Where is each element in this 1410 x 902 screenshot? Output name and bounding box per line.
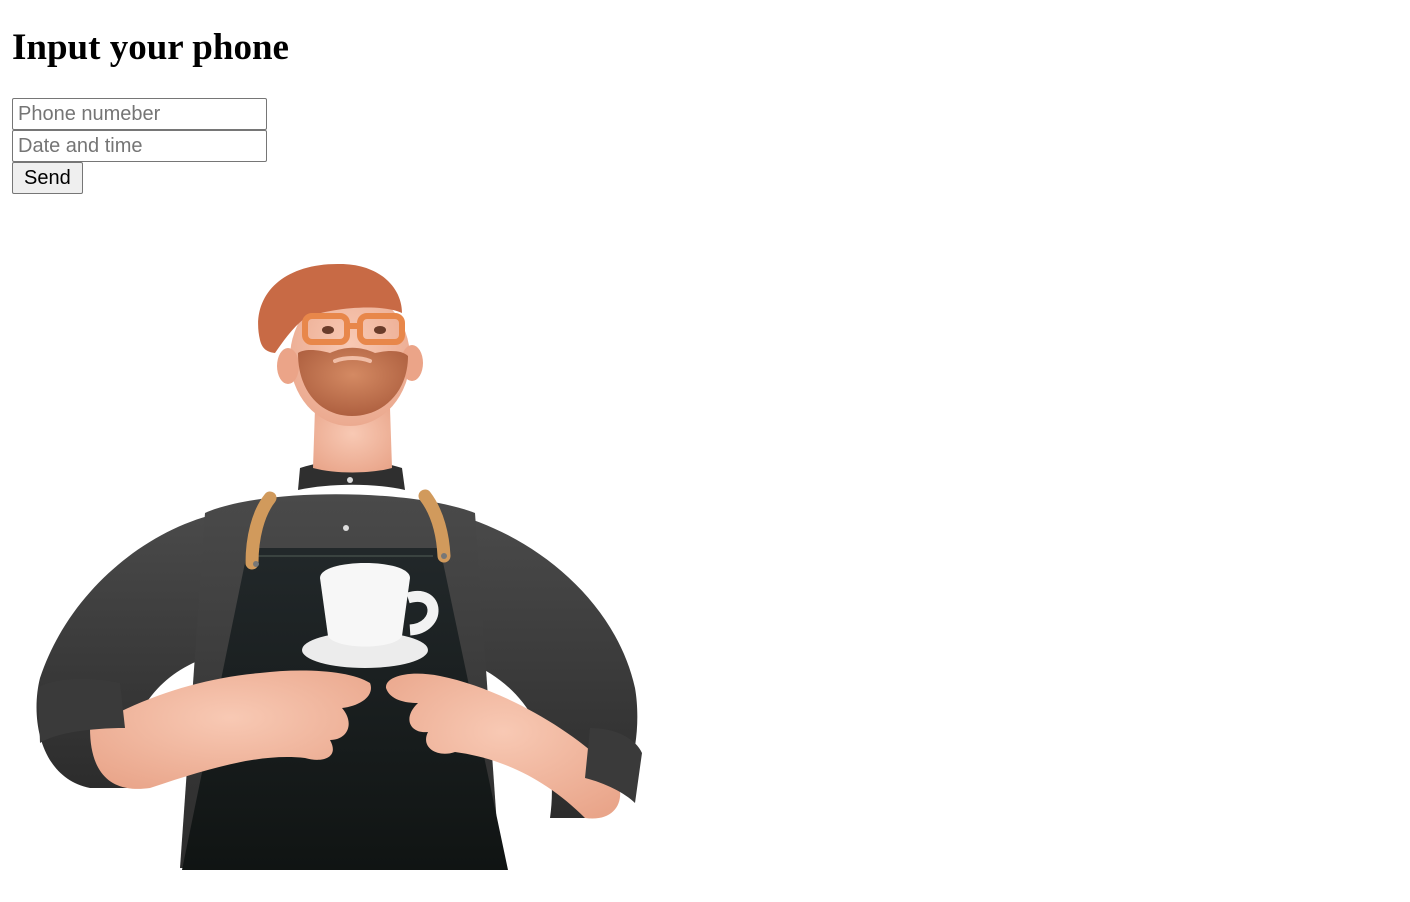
page-title: Input your phone <box>12 27 289 68</box>
send-button[interactable]: Send <box>12 162 83 194</box>
barista-illustration <box>36 263 642 870</box>
date-time-input[interactable] <box>12 130 267 162</box>
phone-number-input[interactable] <box>12 98 267 130</box>
